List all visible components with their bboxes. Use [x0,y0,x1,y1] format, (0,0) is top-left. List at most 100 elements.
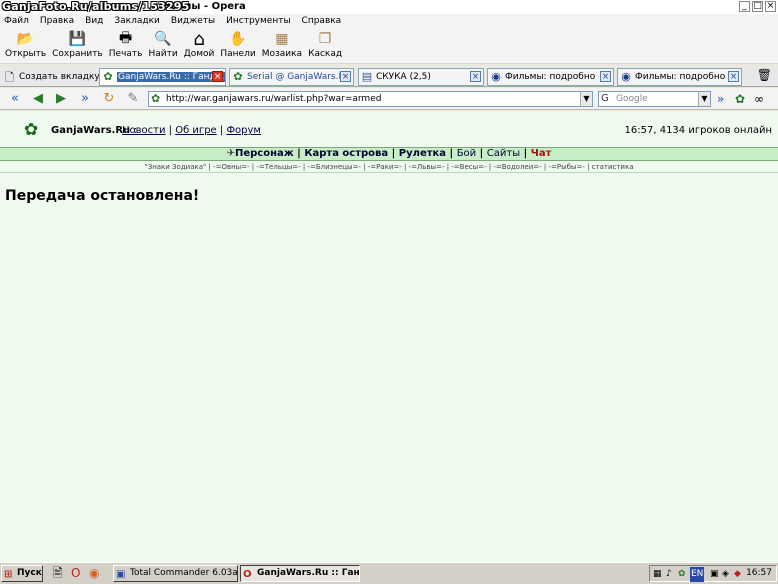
window-controls: _ □ × [739,1,776,12]
tab-label: Фильмы: подробно [505,72,596,82]
system-tray: ▦ ♪ ✿ EN ▣ ◈ ◆ 16:57 [649,565,777,582]
tray-app-icon[interactable]: ▣ [710,567,719,582]
page-viewport: ✿ GanjaWars.Ru : Новости | Об игре | Фор… [0,111,778,562]
task-total-commander[interactable]: ▣ Total Commander 6.03a - I... [113,565,238,582]
close-tab-icon[interactable]: × [600,71,611,82]
clock: 16:57 [746,568,772,578]
menu-roulette[interactable]: Рулетка [399,148,446,159]
save-button[interactable]: 💾 Сохранить [49,28,106,63]
total-commander-icon: ▣ [116,569,126,580]
menu-tools[interactable]: Инструменты [226,14,290,28]
tab-skuka[interactable]: ▤ СКУКА (2,5) × [358,68,484,86]
toolbar-label: Мозаика [261,49,303,59]
menu-sites[interactable]: Сайты [487,148,520,159]
tab-bar: 🗋 Создать вкладку ✿ GanjaWars.Ru :: Ганд… [0,65,778,87]
new-tab-label: Создать вкладку [19,72,100,82]
nav-forum[interactable]: Форум [226,125,261,136]
menu-view[interactable]: Вид [85,14,103,28]
close-tab-icon[interactable]: × [470,71,481,82]
menu-widgets[interactable]: Виджеты [171,14,215,28]
start-label: Пуск [17,568,42,578]
tray-volume-icon[interactable]: ♪ [666,567,672,582]
close-tab-icon[interactable]: × [728,71,739,82]
menu-edit[interactable]: Правка [40,14,74,28]
zodiac-submenu[interactable]: "Знаки Зодиака" | -=Овны=- | -=Тельцы=- … [0,161,778,173]
rewind-icon[interactable]: « [6,91,24,107]
more-icon[interactable]: » [717,91,724,107]
find-icon: 🔍 [154,31,172,47]
save-icon: 💾 [68,31,87,47]
search-placeholder: Google [616,94,648,104]
menu-island-map[interactable]: Карта острова [304,148,388,159]
leaf-icon[interactable]: ✿ [735,91,745,107]
nav-news[interactable]: Новости [122,125,165,136]
url-field[interactable]: ✿ http://war.ganjawars.ru/warlist.php?wa… [148,91,593,107]
edit-icon[interactable]: ✎ [124,91,142,107]
close-button[interactable]: × [765,1,776,12]
tab-serial[interactable]: ✿ Serial @ GanjaWars.Ru × [229,68,354,86]
task-opera[interactable]: O GanjaWars.Ru :: Ган... [240,565,360,582]
menu-bookmarks[interactable]: Закладки [114,14,160,28]
close-tab-icon[interactable]: × [340,71,351,82]
page-icon: ▤ [361,70,373,83]
menu-bar: Файл Правка Вид Закладки Виджеты Инструм… [0,14,778,28]
tab-ganjawars[interactable]: ✿ GanjaWars.Ru :: Ганд... × [99,68,226,86]
leaf-icon: ✿ [103,70,113,83]
quicklaunch-firefox-icon[interactable]: ◉ [89,566,99,581]
start-button[interactable]: ⊞ Пуск [1,565,43,582]
search-icon: G [601,93,609,104]
find-button[interactable]: 🔍 Найти [145,28,180,63]
menu-character[interactable]: Персонаж [235,148,294,159]
forward-icon[interactable]: ▶ [52,91,70,107]
panels-button[interactable]: ✋ Панели [217,28,258,63]
menu-battle[interactable]: Бой [457,148,476,159]
tray-app-icon[interactable]: ◈ [722,567,729,582]
toolbar-label: Печать [108,49,143,59]
back-icon[interactable]: ◀ [29,91,47,107]
globe-icon: ◉ [491,70,501,83]
site-header: ✿ GanjaWars.Ru : Новости | Об игре | Фор… [0,117,778,145]
toolbar-label: Открыть [5,49,47,59]
print-icon: 🖶 [119,30,133,46]
home-button[interactable]: ⌂ Домой [181,28,218,63]
toolbar-label: Каскад [308,49,343,59]
menu-help[interactable]: Справка [302,14,342,28]
toolbar-label: Найти [148,49,178,59]
minimize-button[interactable]: _ [739,1,750,12]
tile-icon: ▦ [275,31,289,47]
new-tab-button[interactable]: 🗋 Создать вкладку [2,69,100,85]
quicklaunch-opera-icon[interactable]: O [71,566,80,581]
reload-icon[interactable]: ↻ [100,91,118,107]
tile-button[interactable]: ▦ Мозаика [259,28,305,63]
online-status: 16:57, 4134 игроков онлайн [624,125,772,136]
new-tab-icon: 🗋 [5,71,14,84]
glasses-icon[interactable]: ∞ [754,91,764,107]
task-label: GanjaWars.Ru :: Ган... [257,568,360,578]
quicklaunch-ie-icon[interactable]: 🖹 [53,566,63,581]
chevron-down-icon[interactable]: ▼ [698,92,710,106]
search-field[interactable]: G Google ▼ [598,91,711,107]
toolbar-label: Домой [183,49,215,59]
tray-language[interactable]: EN [690,567,705,582]
trash-icon[interactable]: 🗑 [757,68,772,82]
tab-label: Serial @ GanjaWars.Ru [247,72,351,82]
fast-forward-icon[interactable]: » [76,91,94,107]
tray-network-icon[interactable]: ▦ [653,567,662,582]
windows-logo-icon: ⊞ [4,569,13,580]
tray-leaf-icon[interactable]: ✿ [678,567,686,582]
chevron-down-icon[interactable]: ▼ [580,92,592,106]
menu-chat[interactable]: Чат [531,148,552,159]
cascade-button[interactable]: ❐ Каскад [305,28,345,63]
tab-films-2[interactable]: ◉ Фильмы: подробно × [617,68,742,86]
tray-app-icon[interactable]: ◆ [734,567,741,582]
nav-about[interactable]: Об игре [175,125,216,136]
close-tab-icon[interactable]: × [212,71,223,82]
cascade-icon: ❐ [318,31,332,47]
menu-file[interactable]: Файл [4,14,29,28]
tab-films-1[interactable]: ◉ Фильмы: подробно × [487,68,614,86]
folder-icon: 📂 [16,31,35,47]
print-button[interactable]: 🖶 Печать [106,28,146,63]
open-button[interactable]: 📂 Открыть [2,28,49,63]
title-bar: Войны - Opera GanjaFoto.Ru/albums/153295… [0,0,778,14]
maximize-button[interactable]: □ [752,1,763,12]
